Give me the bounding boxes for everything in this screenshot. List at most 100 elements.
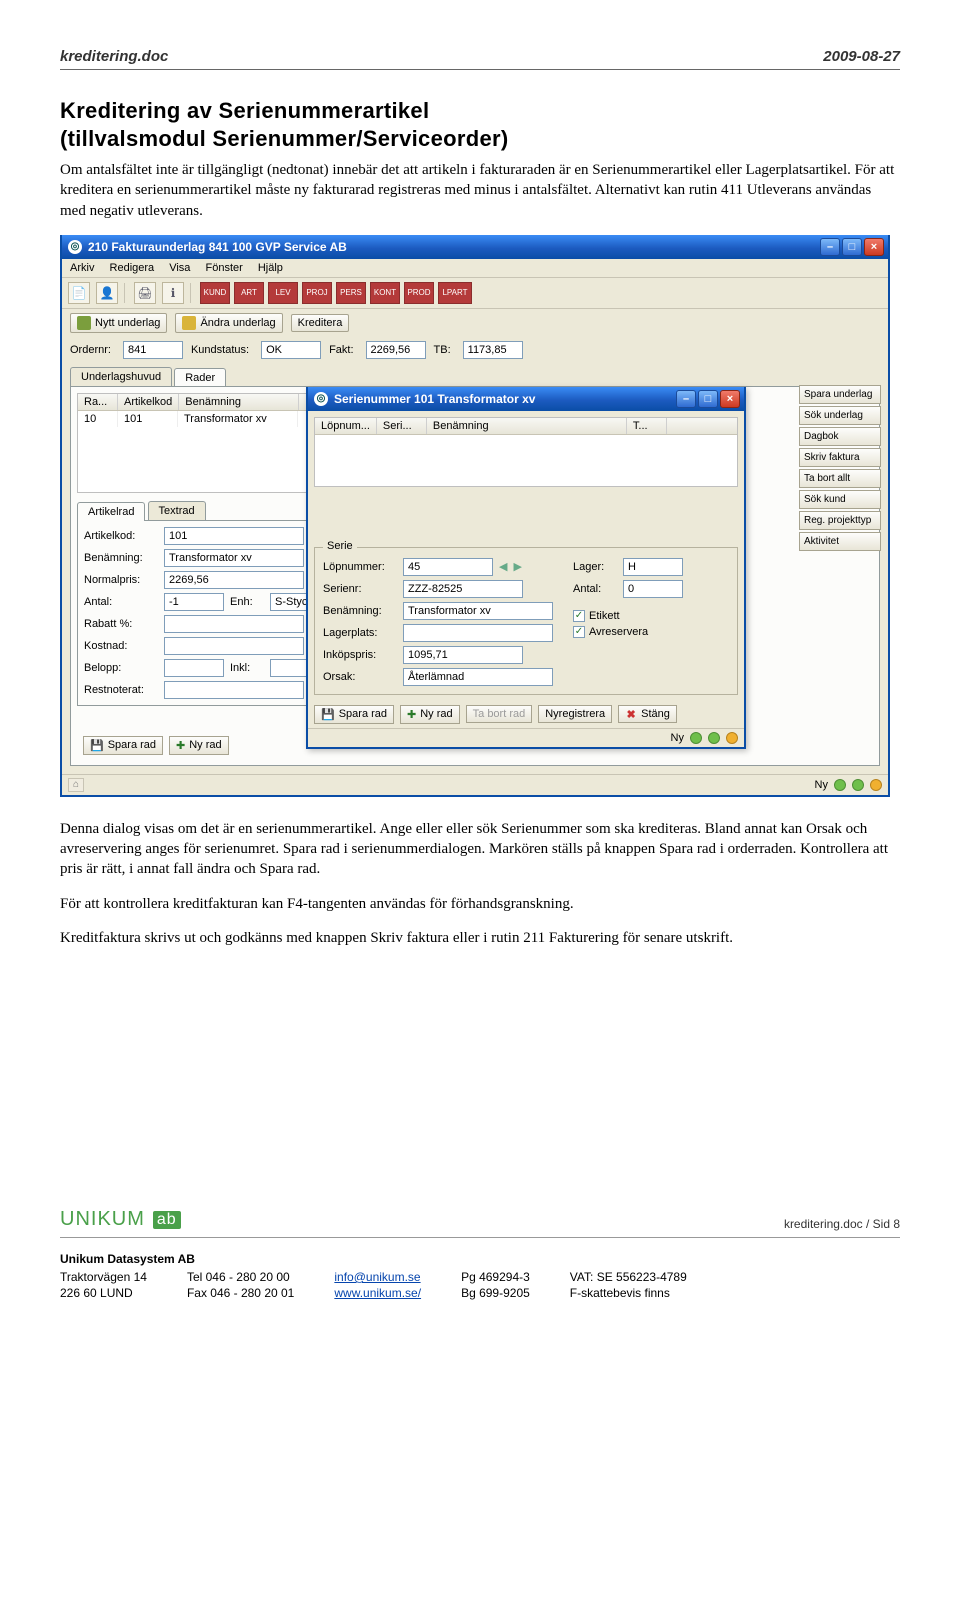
- etikett-checkbox[interactable]: ✓Etikett: [573, 610, 620, 622]
- skriv-faktura-button[interactable]: Skriv faktura: [799, 448, 881, 467]
- kundstatus-field[interactable]: OK: [261, 341, 321, 359]
- header-left: kreditering.doc: [60, 48, 168, 65]
- kostnad-label: Kostnad:: [84, 640, 154, 652]
- spara-underlag-button[interactable]: Spara underlag: [799, 385, 881, 404]
- serienr-field[interactable]: ZZZ-82525: [403, 580, 523, 598]
- reg-projekttyp-button[interactable]: Reg. projekttyp: [799, 511, 881, 530]
- lagerplats-field[interactable]: [403, 624, 553, 642]
- p-nyregistrera-button[interactable]: Nyregistrera: [538, 705, 612, 723]
- m-status-dot-2: [852, 779, 864, 791]
- ny-rad-button[interactable]: ✚Ny rad: [169, 736, 229, 755]
- maximize-button[interactable]: □: [842, 238, 862, 256]
- next-icon[interactable]: ▶: [513, 560, 521, 573]
- toolbar-icon-4[interactable]: ℹ: [162, 282, 184, 304]
- inkopspris-label: Inköpspris:: [323, 649, 393, 661]
- badge-prod[interactable]: PROD: [404, 282, 434, 304]
- kreditera-button[interactable]: Kreditera: [291, 314, 350, 332]
- close-button[interactable]: ×: [864, 238, 884, 256]
- orsak-field[interactable]: Återlämnad: [403, 668, 553, 686]
- grid-h-ra[interactable]: Ra...: [78, 394, 118, 410]
- popup-maximize-button[interactable]: □: [698, 390, 718, 408]
- ordernr-label: Ordernr:: [70, 344, 111, 356]
- menu-arkiv[interactable]: Arkiv: [70, 262, 94, 274]
- spara-rad-button[interactable]: 💾Spara rad: [83, 736, 163, 755]
- m-status-dot-3: [870, 779, 882, 791]
- popup-close-button[interactable]: ×: [720, 390, 740, 408]
- inkopspris-field[interactable]: 1095,71: [403, 646, 523, 664]
- tb-field[interactable]: 1173,85: [463, 341, 523, 359]
- menu-visa[interactable]: Visa: [169, 262, 190, 274]
- grid-c-benamning: Transformator xv: [178, 411, 298, 427]
- normalpris-field[interactable]: 2269,56: [164, 571, 304, 589]
- tab-artikelrad[interactable]: Artikelrad: [77, 502, 145, 521]
- lopnummer-field[interactable]: 45: [403, 558, 493, 576]
- tel: Tel 046 - 280 20 00: [187, 1270, 294, 1284]
- main-window: ◎ 210 Fakturaunderlag 841 100 GVP Servic…: [60, 235, 890, 797]
- rabatt-field[interactable]: [164, 615, 304, 633]
- minimize-button[interactable]: –: [820, 238, 840, 256]
- tabort-allt-button[interactable]: Ta bort allt: [799, 469, 881, 488]
- badge-lpart[interactable]: LPART: [438, 282, 472, 304]
- sok-underlag-button[interactable]: Sök underlag: [799, 406, 881, 425]
- grid-h-benamning[interactable]: Benämning: [179, 394, 299, 410]
- pg-h-t[interactable]: T...: [627, 418, 667, 434]
- pg-h-lopnum[interactable]: Löpnum...: [315, 418, 377, 434]
- serie-fieldset: Serie Löpnummer:45◀▶ Serienr:ZZZ-82525 B…: [314, 547, 738, 695]
- grid-c-artikelkod: 101: [118, 411, 178, 427]
- antal-field[interactable]: -1: [164, 593, 224, 611]
- status-anchor-icon[interactable]: ⌂: [68, 778, 84, 792]
- belopp-field[interactable]: [164, 659, 224, 677]
- p-antal-field[interactable]: 0: [623, 580, 683, 598]
- dagbok-button[interactable]: Dagbok: [799, 427, 881, 446]
- grid-row-1[interactable]: 10 101 Transformator xv: [78, 411, 336, 427]
- badge-pers[interactable]: PERS: [336, 282, 366, 304]
- lager-field[interactable]: H: [623, 558, 683, 576]
- prev-icon[interactable]: ◀: [499, 560, 507, 573]
- p-stang-button[interactable]: ✖Stäng: [618, 705, 677, 723]
- aktivitet-button[interactable]: Aktivitet: [799, 532, 881, 551]
- andra-underlag-button[interactable]: Ändra underlag: [175, 313, 282, 333]
- web-link[interactable]: www.unikum.se/: [334, 1286, 421, 1300]
- avreservera-checkbox[interactable]: ✓Avreservera: [573, 626, 648, 638]
- benamning-label: Benämning:: [84, 552, 154, 564]
- tab-textrad[interactable]: Textrad: [148, 501, 206, 520]
- tab-underlagshuvud[interactable]: Underlagshuvud: [70, 367, 172, 386]
- popup-grid[interactable]: Löpnum... Seri... Benämning T...: [314, 417, 738, 487]
- toolbar-icon-2[interactable]: 👤: [96, 282, 118, 304]
- badge-kund[interactable]: KUND: [200, 282, 230, 304]
- menu-hjalp[interactable]: Hjälp: [258, 262, 283, 274]
- menu-fonster[interactable]: Fönster: [205, 262, 242, 274]
- doc-title: Kreditering av Serienummerartikel: [60, 98, 900, 124]
- popup-titlebar[interactable]: ◎ Serienummer 101 Transformator xv – □ ×: [308, 387, 744, 411]
- p-benamning-field[interactable]: Transformator xv: [403, 602, 553, 620]
- p-tabort-rad-button[interactable]: Ta bort rad: [466, 705, 533, 723]
- p-spara-rad-button[interactable]: 💾Spara rad: [314, 705, 394, 724]
- sok-kund-button[interactable]: Sök kund: [799, 490, 881, 509]
- kostnad-field[interactable]: [164, 637, 304, 655]
- toolbar-icon-1[interactable]: 📄: [68, 282, 90, 304]
- nytt-underlag-button[interactable]: Nytt underlag: [70, 313, 167, 333]
- pg-h-seri[interactable]: Seri...: [377, 418, 427, 434]
- toolbar-icon-3[interactable]: 🖨: [134, 282, 156, 304]
- badge-lev[interactable]: LEV: [268, 282, 298, 304]
- grid-h-artikelkod[interactable]: Artikelkod: [118, 394, 179, 410]
- menu-redigera[interactable]: Redigera: [110, 262, 155, 274]
- addr-line1: Traktorvägen 14: [60, 1270, 147, 1284]
- fakt-field[interactable]: 2269,56: [366, 341, 426, 359]
- benamning-field[interactable]: Transformator xv: [164, 549, 304, 567]
- badge-kont[interactable]: KONT: [370, 282, 400, 304]
- popup-minimize-button[interactable]: –: [676, 390, 696, 408]
- main-titlebar[interactable]: ◎ 210 Fakturaunderlag 841 100 GVP Servic…: [62, 235, 888, 259]
- p-ny-rad-button[interactable]: ✚Ny rad: [400, 705, 460, 724]
- email-link[interactable]: info@unikum.se: [334, 1270, 421, 1284]
- pg-h-benamning[interactable]: Benämning: [427, 418, 627, 434]
- ordernr-field[interactable]: 841: [123, 341, 183, 359]
- artikelkod-field[interactable]: 101: [164, 527, 304, 545]
- badge-proj[interactable]: PROJ: [302, 282, 332, 304]
- lopnummer-label: Löpnummer:: [323, 561, 393, 573]
- side-actions: Spara underlag Sök underlag Dagbok Skriv…: [799, 385, 881, 551]
- lines-grid[interactable]: Ra... Artikelkod Benämning 10 101 Transf…: [77, 393, 337, 493]
- tab-rader[interactable]: Rader: [174, 368, 226, 387]
- restnot-field[interactable]: [164, 681, 304, 699]
- badge-art[interactable]: ART: [234, 282, 264, 304]
